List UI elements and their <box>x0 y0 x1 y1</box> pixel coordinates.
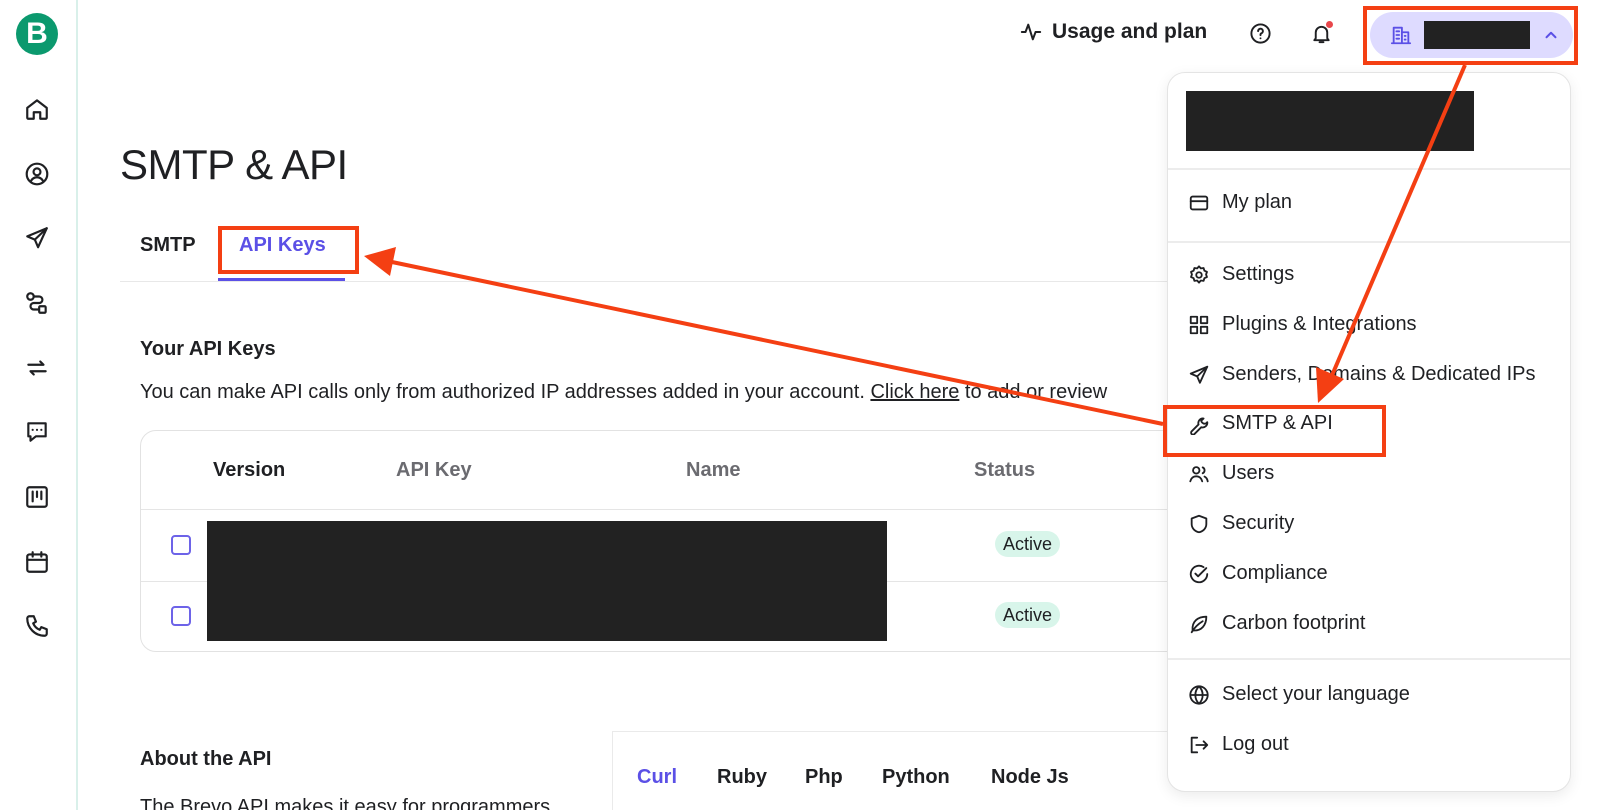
page-title: SMTP & API <box>120 141 348 188</box>
menu-item-senders-domains[interactable]: Senders, Domains & Dedicated IPs <box>1188 363 1536 386</box>
notifications-button[interactable] <box>1308 20 1334 46</box>
gear-icon <box>1190 264 1208 284</box>
table-divider <box>141 509 1239 510</box>
api-keys-redacted <box>207 521 887 641</box>
check-circle-icon <box>1189 564 1209 583</box>
column-status: Status <box>974 459 1036 481</box>
leaf-icon <box>1190 615 1208 633</box>
home-icon[interactable] <box>23 95 51 123</box>
help-button[interactable] <box>1247 20 1273 46</box>
contacts-icon[interactable] <box>23 160 51 188</box>
transactional-icon[interactable] <box>23 354 51 382</box>
code-tab-php[interactable]: Php <box>805 766 843 789</box>
sidebar: B <box>0 0 78 810</box>
about-api-description: The Brevo API makes it easy for programm… <box>140 796 551 810</box>
account-info-redacted <box>1186 91 1474 151</box>
code-tab-python[interactable]: Python <box>882 766 950 789</box>
column-version[interactable]: Version <box>213 459 285 482</box>
active-tab-indicator <box>218 278 345 281</box>
menu-separator <box>1168 658 1570 660</box>
about-api-title: About the API <box>140 748 272 770</box>
status-badge: Active <box>995 531 1061 557</box>
globe-icon <box>1189 684 1209 705</box>
logout-icon <box>1190 736 1209 753</box>
deals-icon[interactable] <box>23 483 51 511</box>
menu-separator <box>1168 241 1570 243</box>
campaigns-icon[interactable] <box>23 224 51 252</box>
code-tab-curl[interactable]: Curl <box>637 766 677 789</box>
phone-icon[interactable] <box>23 612 51 640</box>
tab-smtp[interactable]: SMTP <box>140 234 196 257</box>
menu-item-compliance[interactable]: Compliance <box>1188 562 1328 585</box>
meetings-icon[interactable] <box>23 548 51 576</box>
activity-icon <box>1020 23 1042 41</box>
shield-icon <box>1190 514 1208 533</box>
highlight-account-menu <box>1363 6 1578 65</box>
menu-item-security[interactable]: Security <box>1188 512 1294 535</box>
grid-icon <box>1189 315 1209 334</box>
conversations-icon[interactable] <box>23 418 51 446</box>
highlight-api-keys-tab <box>218 226 359 274</box>
code-samples-panel: Curl Ruby Php Python Node Js <box>612 731 1172 810</box>
send-icon <box>1189 365 1209 384</box>
authorized-ips-link[interactable]: Click here <box>870 381 959 403</box>
code-tab-node-js[interactable]: Node Js <box>991 766 1069 789</box>
menu-item-settings[interactable]: Settings <box>1188 263 1294 286</box>
usage-and-plan-button[interactable]: Usage and plan <box>1020 20 1207 44</box>
menu-separator <box>1168 168 1570 170</box>
notification-dot <box>1326 21 1333 28</box>
menu-item-plugins-integrations[interactable]: Plugins & Integrations <box>1188 313 1417 336</box>
menu-item-my-plan[interactable]: My plan <box>1188 191 1292 214</box>
highlight-smtp-api-item <box>1163 405 1386 457</box>
users-icon <box>1189 465 1209 482</box>
api-keys-title: Your API Keys <box>140 338 276 360</box>
automations-icon[interactable] <box>23 289 51 317</box>
column-name: Name <box>686 459 741 481</box>
help-icon <box>1249 22 1271 44</box>
row-checkbox[interactable] <box>171 606 191 626</box>
menu-item-carbon-footprint[interactable]: Carbon footprint <box>1188 612 1365 635</box>
column-api-key: API Key <box>396 459 472 481</box>
brevo-logo[interactable]: B <box>16 13 58 55</box>
status-badge: Active <box>995 602 1061 628</box>
menu-item-log-out[interactable]: Log out <box>1188 733 1289 756</box>
menu-item-select-language[interactable]: Select your language <box>1188 683 1410 706</box>
api-keys-table: Version API Key Name Status Active Activ… <box>140 430 1240 652</box>
row-checkbox[interactable] <box>171 535 191 555</box>
api-keys-description: You can make API calls only from authori… <box>140 381 1108 403</box>
code-tab-ruby[interactable]: Ruby <box>717 766 767 789</box>
card-icon <box>1189 195 1209 210</box>
menu-item-users[interactable]: Users <box>1188 462 1274 485</box>
